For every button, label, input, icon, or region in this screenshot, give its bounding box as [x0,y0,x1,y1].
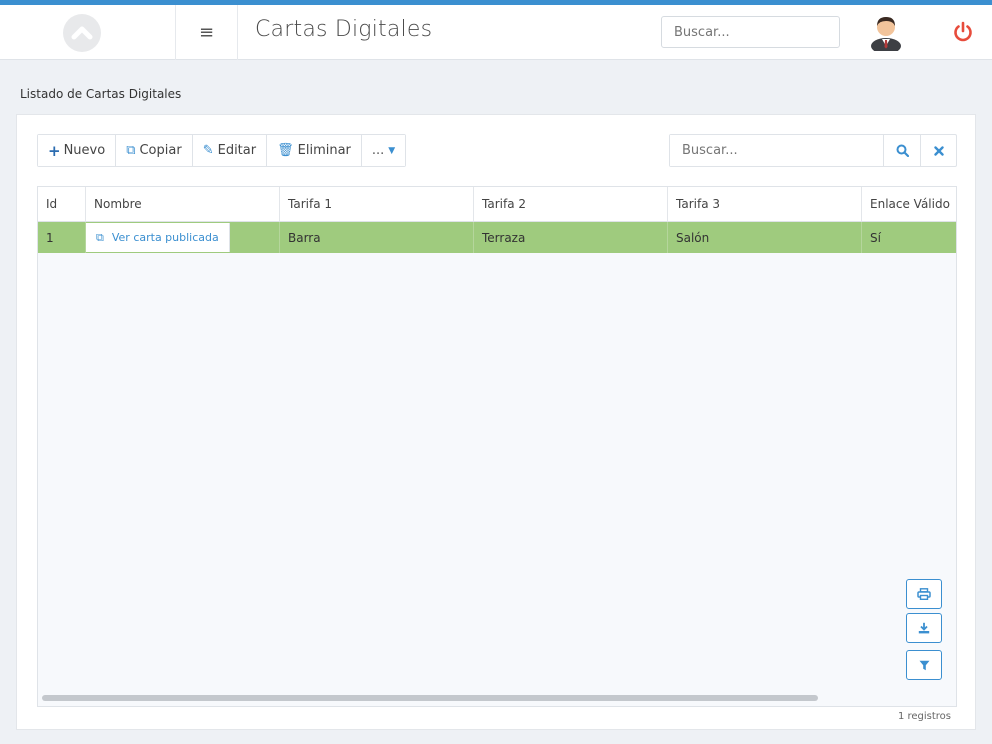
clear-search-button[interactable] [920,135,956,166]
app-logo[interactable] [63,14,101,52]
edit-icon: ✎ [202,143,214,158]
logo-area [0,5,176,60]
app-header: ≡ Cartas Digitales [0,5,992,60]
action-toolbar: + Nuevo ⧉ Copiar ✎ Editar 🗑 Eliminar ...… [37,134,407,167]
cell-enlace-valido: Sí [870,230,881,245]
more-actions-label: ... [371,143,385,158]
print-button[interactable] [906,579,942,609]
cell-nombre: ⧉ Ver carta publicada [86,222,280,253]
caret-down-icon: ▼ [388,145,396,156]
copy-button[interactable]: ⧉ Copiar [116,135,193,166]
download-icon [918,622,930,634]
header-search-input[interactable] [661,16,840,48]
column-header-nombre[interactable]: Nombre [86,187,280,221]
power-icon[interactable] [952,21,974,43]
column-header-tarifa-3[interactable]: Tarifa 3 [668,187,862,221]
new-button-label: Nuevo [63,143,106,158]
close-icon [933,145,944,156]
column-header-tarifa-2[interactable]: Tarifa 2 [474,187,668,221]
cell-tarifa-1: Barra [280,222,474,253]
search-icon [896,144,909,157]
cell-id: 1 [38,222,86,253]
column-header-tarifa-1[interactable]: Tarifa 1 [280,187,474,221]
table-header: Id Nombre Tarifa 1 Tarifa 2 Tarifa 3 Enl… [38,187,956,222]
cell-tarifa-3: Salón [668,222,862,253]
delete-button[interactable]: 🗑 Eliminar [267,135,362,166]
hamburger-icon[interactable]: ≡ [176,5,238,60]
grid-search-group [669,134,957,167]
list-panel: + Nuevo ⧉ Copiar ✎ Editar 🗑 Eliminar ...… [16,114,976,730]
filter-button[interactable] [906,650,942,680]
new-button[interactable]: + Nuevo [38,135,117,166]
column-header-enlace-valido[interactable]: Enlace Válido [862,187,956,221]
trash-icon: 🗑 [277,143,294,158]
logo-chevron-icon [71,26,93,40]
table-row[interactable]: 1 ⧉ Ver carta publicada Barra Terraza Sa… [38,222,956,253]
column-header-id[interactable]: Id [38,187,86,221]
view-published-menu-link[interactable]: ⧉ Ver carta publicada [86,223,230,252]
edit-button[interactable]: ✎ Editar [192,135,268,166]
plus-icon: + [48,141,61,160]
copy-icon: ⧉ [126,143,136,158]
view-published-menu-label: Ver carta publicada [111,231,219,244]
cell-tarifa-2: Terraza [474,222,668,253]
copy-button-label: Copiar [139,143,182,158]
filter-icon [919,660,929,670]
search-button[interactable] [884,135,920,166]
delete-button-label: Eliminar [297,143,351,158]
section-title: Listado de Cartas Digitales [20,87,182,101]
app-title: Cartas Digitales [255,17,433,42]
grid-search-input[interactable] [670,135,884,166]
download-button[interactable] [906,613,942,643]
records-count: 1 registros [897,711,951,722]
more-actions-dropdown[interactable]: ... ▼ [361,135,406,166]
horizontal-scrollbar[interactable] [42,695,818,701]
user-avatar-icon[interactable] [868,13,904,51]
external-link-icon: ⧉ [96,230,104,244]
edit-button-label: Editar [217,143,257,158]
data-grid: Id Nombre Tarifa 1 Tarifa 2 Tarifa 3 Enl… [37,186,957,707]
print-icon [917,588,931,600]
